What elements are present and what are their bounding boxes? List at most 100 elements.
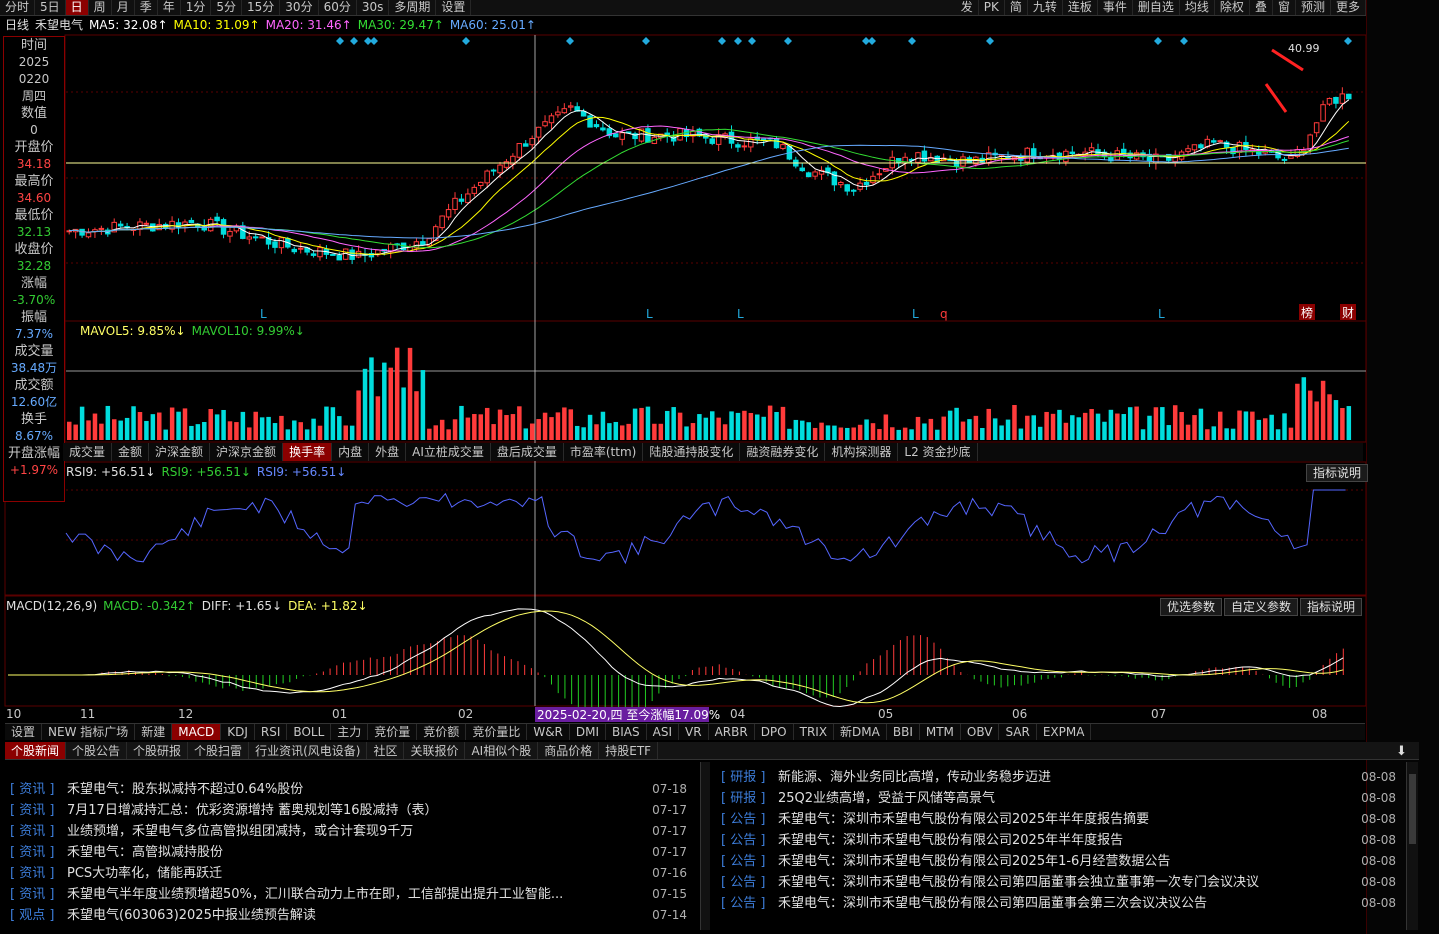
news-title[interactable]: 禾望电气：深圳市禾望电气股份有限公司第四届董事会第三次会议决议公告 [778, 893, 1342, 914]
event-marker-icon[interactable] [748, 37, 756, 45]
indicator-tab[interactable]: BIAS [606, 724, 647, 740]
indicator-tab[interactable]: OBV [961, 724, 1000, 740]
indicator-tab[interactable]: DMI [570, 724, 607, 740]
news-tab[interactable]: 关联报价 [404, 742, 466, 759]
news-title[interactable]: 禾望电气：深圳市禾望电气股份有限公司2025年1-6月经营数据公告 [778, 851, 1342, 872]
news-tab[interactable]: 个股扫雷 [188, 742, 250, 759]
indicator-tab[interactable]: 竞价量 [368, 724, 418, 740]
news-title[interactable]: 禾望电气(603063)2025中报业绩预告解读 [67, 905, 633, 926]
news-tab[interactable]: AI相似个股 [465, 742, 539, 759]
news-title[interactable]: 禾望电气：高管拟减持股份 [67, 842, 633, 863]
event-marker-icon[interactable] [868, 37, 876, 45]
indicator-tab[interactable]: NEW 指标广场 [42, 724, 136, 740]
macd-panel-button[interactable]: 自定义参数 [1224, 598, 1299, 616]
event-marker-icon[interactable] [734, 37, 742, 45]
news-item[interactable]: [ 公告 ] 禾望电气：深圳市禾望电气股份有限公司2025年1-6月经营数据公告 0… [716, 851, 1400, 872]
price-badge[interactable]: 榜 [1301, 305, 1313, 320]
news-title[interactable]: 禾望电气：股东拟减持不超过0.64%股份 [67, 779, 633, 800]
news-item[interactable]: [ 资讯 ] 禾望电气：高管拟减持股份 07-17 [5, 842, 691, 863]
indicator-tab[interactable]: SAR [999, 724, 1037, 740]
news-tab[interactable]: 社区 [367, 742, 405, 759]
news-item[interactable]: [ 研报 ] 25Q2业绩高增，受益于风储等高景气 08-08 [716, 788, 1400, 809]
news-title[interactable]: 禾望电气：深圳市禾望电气股份有限公司第四届董事会独立董事第一次专门会议决议 [778, 872, 1342, 893]
event-marker-icon[interactable] [1344, 37, 1352, 45]
news-item[interactable]: [ 公告 ] 禾望电气：深圳市禾望电气股份有限公司第四届董事会独立董事第一次专门会… [716, 872, 1400, 893]
indicator-tab[interactable]: 主力 [331, 724, 369, 740]
news-item[interactable]: [ 研报 ] 新能源、海外业务同比高增，传动业务稳步迈进 08-08 [716, 767, 1400, 788]
indicator-tab[interactable]: RSI [255, 724, 288, 740]
news-item[interactable]: [ 公告 ] 禾望电气：深圳市禾望电气股份有限公司2025年半年度报告摘要 08-0… [716, 809, 1400, 830]
volume-indicator-tab[interactable]: 金额 [112, 443, 150, 461]
news-item[interactable]: [ 资讯 ] 禾望电气半年度业绩预增超50%，汇川联合动力上市在即，工信部提出提升… [5, 884, 691, 905]
macd-panel-button[interactable]: 优选参数 [1160, 598, 1223, 616]
indicator-tab[interactable]: VR [679, 724, 709, 740]
news-tab[interactable]: 个股新闻 [5, 742, 67, 759]
news-title[interactable]: 业绩预增，禾望电气多位高管拟组团减持，或合计套现9千万 [67, 821, 633, 842]
indicator-tab[interactable]: 竞价量比 [466, 724, 528, 740]
event-marker-icon[interactable] [566, 37, 574, 45]
macd-panel-button[interactable]: 指标说明 [1300, 598, 1363, 616]
news-title[interactable]: 新能源、海外业务同比高增，传动业务稳步迈进 [778, 767, 1342, 788]
event-marker-icon[interactable] [1154, 37, 1162, 45]
news-title[interactable]: PCS大功率化，储能再跃迁 [67, 863, 633, 884]
volume-indicator-tab[interactable]: AI立桩成交量 [406, 443, 491, 461]
price-marker[interactable]: L [260, 307, 267, 321]
news-item[interactable]: [ 资讯 ] 禾望电气：股东拟减持不超过0.64%股份 07-18 [5, 779, 691, 800]
volume-indicator-tab[interactable]: 换手率 [283, 443, 333, 461]
right-scrollbar[interactable] [1406, 762, 1418, 930]
indicator-tab[interactable]: MTM [920, 724, 961, 740]
indicator-tab[interactable]: 新DMA [834, 724, 887, 740]
download-icon[interactable]: ⬇ [1396, 744, 1407, 759]
indicator-tab[interactable]: BBI [887, 724, 920, 740]
price-marker[interactable]: L [737, 307, 744, 321]
news-item[interactable]: [ 公告 ] 禾望电气：深圳市禾望电气股份有限公司2025年半年度报告 08-08 [716, 830, 1400, 851]
news-title[interactable]: 禾望电气：深圳市禾望电气股份有限公司2025年半年度报告 [778, 830, 1342, 851]
indicator-tab[interactable]: 设置 [5, 724, 43, 740]
event-marker-icon[interactable] [784, 37, 792, 45]
event-marker-icon[interactable] [986, 37, 994, 45]
news-title[interactable]: 禾望电气半年度业绩预增超50%，汇川联合动力上市在即，工信部提出提升工业智能..… [67, 884, 633, 905]
volume-indicator-tab[interactable]: 机构探测器 [825, 443, 899, 461]
indicator-tab[interactable]: W&R [527, 724, 570, 740]
left-scrollbar[interactable] [700, 762, 710, 930]
volume-indicator-tab[interactable]: 成交量 [63, 443, 113, 461]
news-item[interactable]: [ 观点 ] 禾望电气(603063)2025中报业绩预告解读 07-14 [5, 905, 691, 926]
volume-indicator-tab[interactable]: 沪深京金额 [210, 443, 284, 461]
price-marker[interactable]: L [912, 307, 919, 321]
event-marker-icon[interactable] [350, 37, 358, 45]
price-badge[interactable]: 财 [1342, 306, 1354, 320]
volume-indicator-tab[interactable]: 沪深金额 [149, 443, 211, 461]
news-title[interactable]: 禾望电气：深圳市禾望电气股份有限公司2025年半年度报告摘要 [778, 809, 1342, 830]
news-tab[interactable]: 个股研报 [127, 742, 189, 759]
price-marker[interactable]: q [940, 307, 948, 321]
news-item[interactable]: [ 资讯 ] PCS大功率化，储能再跃迁 07-16 [5, 863, 691, 884]
news-tab[interactable]: 持股ETF [599, 742, 659, 759]
volume-indicator-tab[interactable]: 外盘 [369, 443, 407, 461]
indicator-tab[interactable]: ARBR [709, 724, 755, 740]
volume-indicator-tab[interactable]: 陆股通持股变化 [643, 443, 741, 461]
event-marker-icon[interactable] [1180, 37, 1188, 45]
event-marker-icon[interactable] [462, 37, 470, 45]
news-title[interactable]: 25Q2业绩高增，受益于风储等高景气 [778, 788, 1342, 809]
news-title[interactable]: 7月17日增减持汇总：优彩资源增持 蓄奥规划等16股减持（表） [67, 800, 633, 821]
price-marker[interactable]: L [1158, 307, 1165, 321]
indicator-tab[interactable]: KDJ [221, 724, 255, 740]
news-tab[interactable]: 行业资讯(风电设备) [249, 742, 368, 759]
volume-indicator-tab[interactable]: 盘后成交量 [491, 443, 564, 461]
volume-indicator-tab[interactable]: 内盘 [332, 443, 370, 461]
indicator-tab[interactable]: EXPMA [1037, 724, 1092, 740]
indicator-tab[interactable]: TRIX [794, 724, 835, 740]
rsi-explain-button[interactable]: 指标说明 [1306, 464, 1369, 482]
indicator-tab[interactable]: DPO [755, 724, 794, 740]
indicator-tab[interactable]: 新建 [135, 724, 173, 740]
news-tab[interactable]: 个股公告 [66, 742, 128, 759]
indicator-tab[interactable]: 竞价额 [417, 724, 467, 740]
event-marker-icon[interactable] [370, 37, 378, 45]
price-marker[interactable]: L [646, 307, 653, 321]
event-marker-icon[interactable] [718, 37, 726, 45]
event-marker-icon[interactable] [642, 37, 650, 45]
volume-indicator-tab[interactable]: 市盈率(ttm) [564, 443, 644, 461]
event-marker-icon[interactable] [908, 37, 916, 45]
indicator-tab[interactable]: ASI [647, 724, 680, 740]
event-marker-icon[interactable] [336, 37, 344, 45]
